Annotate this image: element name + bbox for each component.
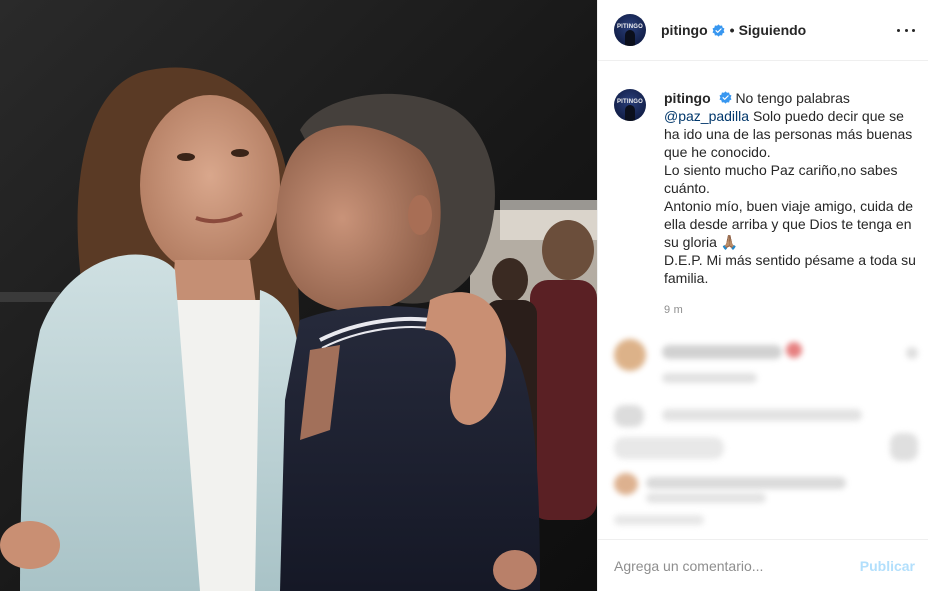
caption-avatar[interactable]: PITINGO [614,89,646,121]
caption-line: Antonio mío, buen viaje amigo, cuida de … [664,198,914,250]
comment-bar: Publicar [598,539,928,591]
blurred-text [662,373,757,383]
post-header: PITINGO pitingo • Siguiendo [598,0,928,61]
author-avatar[interactable]: PITINGO [614,14,646,46]
post-side-panel: PITINGO pitingo • Siguiendo PITINGO piti… [597,0,928,591]
avatar-figure [625,105,635,121]
author-username[interactable]: pitingo [661,22,708,38]
verified-badge-icon [712,23,725,37]
post-caption: PITINGO pitingo No tengo palabras @paz_p… [614,89,919,319]
post-image [0,0,597,591]
post-photo[interactable] [0,0,597,591]
caption-line: D.E.P. Mi más sentido pésame a toda su f… [664,252,916,286]
follow-separator: • [729,22,735,38]
more-dot [912,28,915,32]
blurred-icon [890,433,918,461]
blurred-text [646,477,846,489]
caption-username[interactable]: pitingo [664,90,711,106]
more-dot [904,28,908,32]
caption-line: No tengo palabras [735,90,850,106]
blurred-avatar [614,405,644,427]
post-timestamp[interactable]: 9 m [664,301,919,319]
blurred-text [646,493,766,503]
verified-badge-icon [719,91,732,104]
blurred-comments [598,325,928,535]
caption-text: pitingo No tengo palabras @paz_padilla S… [664,89,919,319]
blurred-icon [906,347,918,359]
mention-link[interactable]: @paz_padilla [664,108,749,124]
more-options-icon[interactable] [897,22,915,38]
caption-line: Lo siento mucho Paz cariño,no sabes cuán… [664,162,898,196]
blurred-text [662,409,862,421]
comment-input[interactable] [614,557,860,574]
publish-button[interactable]: Publicar [860,558,915,574]
blurred-heart [786,342,802,358]
more-dot [897,28,900,32]
blurred-text [662,345,782,359]
following-button[interactable]: Siguiendo [739,22,807,38]
blurred-icon [614,437,724,459]
blurred-text [614,515,704,525]
blurred-avatar [614,473,638,495]
blurred-avatar [614,339,646,371]
avatar-figure [625,30,635,46]
